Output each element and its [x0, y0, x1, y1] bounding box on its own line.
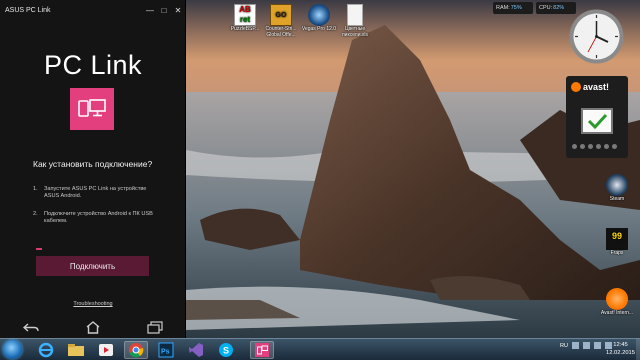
desktop-icon-label: PuzzleBSP... [230, 26, 260, 32]
recent-apps-icon[interactable] [145, 320, 165, 336]
cpu-value: 82% [553, 5, 565, 11]
csgo-icon: GO [270, 4, 292, 26]
step-item: 2. Подключите устройство Android к ПК US… [33, 211, 163, 225]
chrome-icon[interactable] [124, 341, 148, 359]
home-icon[interactable] [83, 320, 103, 336]
desktop-icon-label: Counter-Stri... Global Offe... [265, 26, 297, 38]
ram-meter: RAM: 75% [493, 2, 533, 14]
avast-gadget[interactable]: avast! [566, 76, 628, 158]
connect-question: Как установить подключение? [33, 159, 153, 169]
step-text: Запустите ASUS PC Link на устройстве ASU… [44, 186, 147, 200]
step-item: 1. Запустите ASUS PC Link на устройстве … [33, 186, 163, 200]
avast-dot-icon[interactable] [580, 144, 585, 149]
avast-dot-icon[interactable] [588, 144, 593, 149]
close-icon[interactable]: ✕ [171, 0, 185, 20]
avast-icon [606, 288, 628, 310]
photoshop-icon[interactable]: Ps [154, 341, 178, 359]
svg-text:Ps: Ps [161, 349, 170, 356]
taskbar-date: 12.02.2015 [605, 350, 635, 356]
desktop-icon-document[interactable]: Цветные пиксели.xls [332, 4, 378, 38]
desktop-icon-steam[interactable]: Steam [594, 174, 640, 203]
ram-label: RAM: [496, 5, 510, 11]
avast-dot-icon[interactable] [604, 144, 609, 149]
cpu-label: CPU: [539, 5, 553, 11]
fraps-icon: 99 [606, 228, 628, 250]
step-number: 1. [33, 186, 38, 192]
app-title: PC Link [43, 50, 143, 80]
pclink-window: ASUS PC Link — □ ✕ PC Link Как установит… [0, 0, 186, 340]
avast-controls [572, 144, 617, 149]
explorer-icon[interactable] [64, 341, 88, 359]
ie-icon[interactable] [34, 341, 58, 359]
pclink-devices-icon [70, 88, 114, 130]
language-indicator[interactable]: RU [560, 343, 568, 349]
svg-text:S: S [223, 346, 229, 356]
desktop-icon-fraps[interactable]: 99 Fraps [594, 228, 640, 257]
avast-dot-icon[interactable] [572, 144, 577, 149]
pclink-titlebar[interactable]: ASUS PC Link — □ ✕ [0, 0, 185, 20]
desktop-icon-label: Steam [609, 196, 625, 202]
back-icon[interactable] [21, 320, 41, 336]
network-icon[interactable] [583, 342, 590, 349]
clock-gadget[interactable] [568, 8, 625, 65]
taskbar-time: 12:45 [613, 342, 628, 348]
taskbar: Ps S RU 12:45 12.02.2015 [0, 338, 640, 360]
avast-dot-icon[interactable] [612, 144, 617, 149]
volume-icon[interactable] [594, 342, 601, 349]
pclink-icon[interactable] [250, 341, 274, 359]
desktop-icon-label: Цветные пиксели.xls [341, 26, 369, 38]
avast-ball-icon [571, 82, 581, 92]
system-tray: RU [560, 342, 612, 349]
ram-value: 75% [510, 5, 522, 11]
check-icon [587, 113, 608, 130]
desktop-icon-label: Avast! Intern... [600, 310, 634, 316]
visual-studio-icon[interactable] [184, 341, 208, 359]
avast-logo: avast! [571, 82, 609, 92]
start-button[interactable] [3, 340, 22, 359]
show-desktop-button[interactable] [636, 339, 640, 360]
minimize-icon[interactable]: — [143, 0, 157, 20]
abc-word-icon: AB ret [234, 4, 256, 26]
maximize-icon[interactable]: □ [157, 0, 171, 20]
window-title: ASUS PC Link [5, 6, 51, 14]
taskbar-clock[interactable]: 12:45 12.02.2015 [606, 341, 635, 357]
avast-dot-icon[interactable] [596, 144, 601, 149]
document-icon [347, 4, 363, 26]
android-nav-bar [0, 315, 186, 340]
tray-arrow-icon[interactable] [572, 342, 579, 349]
avast-status-monitor [581, 108, 613, 134]
steam-icon [606, 174, 628, 196]
avast-name: avast! [583, 82, 610, 92]
media-player-icon[interactable] [94, 341, 118, 359]
skype-icon[interactable]: S [214, 341, 238, 359]
vegas-icon [308, 4, 330, 26]
desktop-icon-label: Vegas Pro 12.0 [301, 26, 337, 32]
connect-button[interactable]: Подключить [36, 256, 149, 276]
desktop-icon-label: Fraps [610, 250, 624, 256]
step-number: 2. [33, 211, 38, 217]
desktop-icon-avast[interactable]: Avast! Intern... [594, 288, 640, 317]
progress-indicator [36, 248, 42, 250]
step-text: Подключите устройство Android к ПК USB к… [44, 211, 153, 225]
troubleshooting-link[interactable]: Troubleshooting [0, 301, 186, 307]
